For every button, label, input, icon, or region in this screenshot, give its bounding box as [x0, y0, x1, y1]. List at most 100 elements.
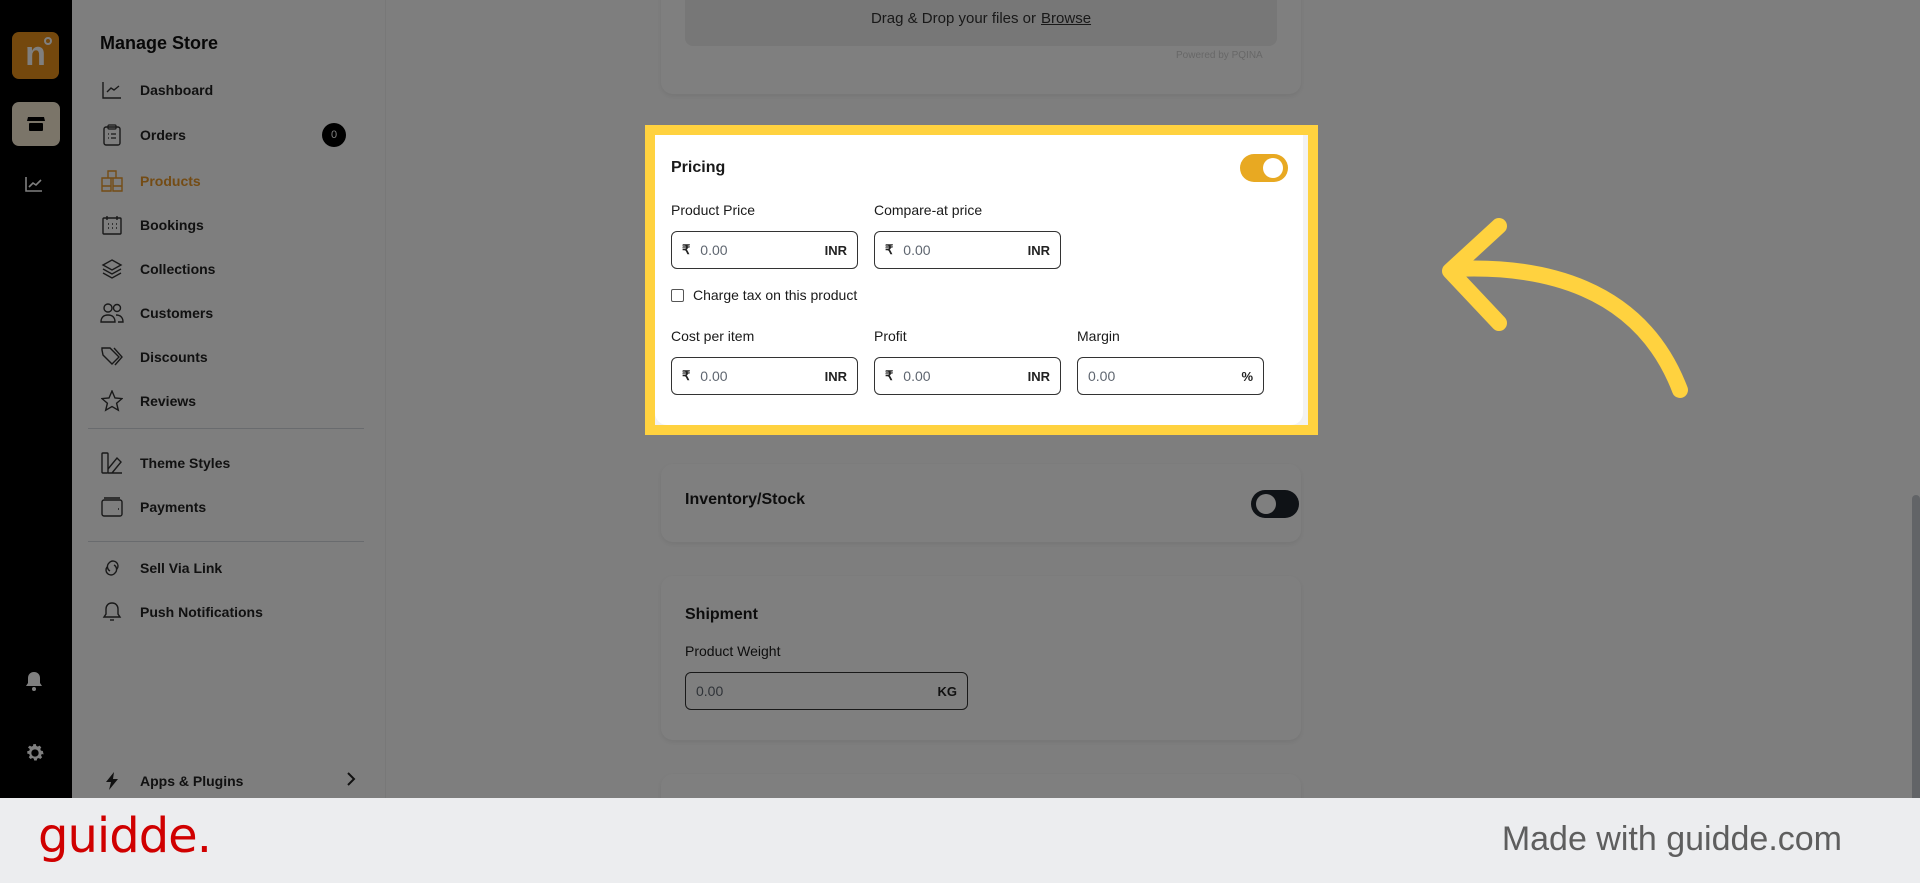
sidebar-item-label: Bookings [140, 217, 204, 233]
star-icon [100, 389, 124, 413]
currency-suffix: INR [824, 242, 847, 258]
icon-rail: n [0, 0, 72, 798]
inventory-toggle[interactable] [1251, 490, 1299, 518]
sidebar-item-label: Sell Via Link [140, 560, 223, 576]
cost-per-item-label: Cost per item [671, 328, 755, 344]
bolt-icon [100, 769, 124, 793]
product-price-label: Product Price [671, 202, 756, 218]
sidebar-item-collections[interactable]: Collections [100, 254, 360, 284]
profit-input[interactable]: ₹ 0.00 INR [874, 357, 1061, 395]
powered-by-label: Powered by PQINA [1176, 50, 1263, 61]
guidde-logo: guidde. [38, 808, 212, 864]
percent-suffix: % [1241, 368, 1253, 384]
store-icon [27, 117, 45, 131]
wallet-icon [100, 495, 124, 519]
sidebar-item-apps-plugins[interactable]: Apps & Plugins [100, 766, 360, 796]
sidebar-item-label: Orders [140, 127, 186, 143]
toggle-knob [1263, 158, 1283, 178]
orders-count-badge: 0 [322, 123, 346, 147]
input-value: 0.00 [903, 242, 931, 258]
layers-icon [100, 257, 124, 281]
chevron-right-icon [346, 771, 356, 792]
sidebar-item-push-notifications[interactable]: Push Notifications [100, 597, 360, 627]
users-icon [100, 301, 124, 325]
sidebar-title: Manage Store [100, 33, 219, 53]
swatch-icon [100, 451, 124, 475]
pricing-title: Pricing [671, 159, 726, 176]
scrollbar-thumb[interactable] [1912, 495, 1920, 798]
clipboard-icon [100, 123, 124, 147]
rail-settings-button[interactable] [24, 742, 48, 766]
compare-at-price-input[interactable]: ₹ 0.00 INR [874, 231, 1061, 269]
bell-icon [26, 672, 42, 691]
margin-label: Margin [1077, 328, 1120, 344]
sidebar-item-label: Dashboard [140, 82, 214, 98]
margin-input[interactable]: 0.00 % [1077, 357, 1264, 395]
logo-dot-icon [44, 37, 52, 45]
dropzone-text: Drag & Drop your files or [870, 9, 1037, 27]
sidebar-item-label: Customers [140, 305, 214, 321]
made-with-label: Made with guidde.com [1501, 820, 1842, 858]
sidebar-item-dashboard[interactable]: Dashboard [100, 75, 360, 105]
input-value: 0.00 [696, 683, 724, 699]
sidebar-item-label: Payments [140, 499, 207, 515]
sidebar-item-label: Collections [140, 261, 216, 277]
rupee-icon: ₹ [682, 368, 691, 383]
rail-notifications-button[interactable] [24, 670, 48, 694]
input-value: 0.00 [700, 368, 728, 384]
sidebar: Manage Store Dashboard Orders 0 Products… [72, 0, 386, 798]
input-value: 0.00 [1088, 368, 1116, 384]
product-weight-label: Product Weight [685, 643, 781, 659]
sidebar-item-reviews[interactable]: Reviews [100, 386, 360, 416]
logo-letter: n [25, 34, 46, 73]
product-weight-input[interactable]: 0.00 KG [685, 672, 968, 710]
rail-analytics-button[interactable] [24, 175, 48, 195]
rail-store-button[interactable] [12, 102, 60, 146]
sidebar-item-discounts[interactable]: Discounts [100, 342, 360, 372]
shipment-title: Shipment [685, 606, 758, 623]
toggle-knob [1256, 494, 1276, 514]
input-value: 0.00 [903, 368, 931, 384]
tags-icon [100, 345, 124, 369]
charge-tax-checkbox[interactable]: Charge tax on this product [671, 287, 857, 303]
sidebar-item-label: Theme Styles [140, 455, 231, 471]
rupee-icon: ₹ [885, 368, 894, 383]
highlight-frame: Pricing Product Price ₹ 0.00 INR Compare… [645, 125, 1318, 435]
sidebar-item-theme-styles[interactable]: Theme Styles [100, 448, 360, 478]
sidebar-divider [88, 541, 364, 542]
sidebar-item-label: Discounts [140, 349, 208, 365]
rupee-icon: ₹ [885, 242, 894, 257]
browse-link[interactable]: Browse [1041, 10, 1091, 27]
gear-icon [27, 744, 44, 761]
sidebar-item-bookings[interactable]: Bookings [100, 210, 360, 240]
sidebar-item-payments[interactable]: Payments [100, 492, 360, 522]
currency-suffix: INR [1027, 368, 1050, 384]
inventory-title: Inventory/Stock [685, 491, 806, 508]
sidebar-item-products[interactable]: Products [100, 166, 360, 196]
link-icon [100, 556, 124, 580]
media-card: Drag & Drop your files or Browse Powered… [661, 0, 1301, 94]
pricing-toggle[interactable] [1240, 154, 1288, 182]
shipment-card: Shipment Product Weight 0.00 KG [661, 576, 1301, 740]
pointer-arrow-icon [1442, 218, 1688, 398]
guidde-footer: guidde. Made with guidde.com [0, 798, 1920, 883]
sidebar-item-customers[interactable]: Customers [100, 298, 360, 328]
charge-tax-label: Charge tax on this product [693, 287, 858, 303]
bell-icon [100, 600, 124, 624]
currency-suffix: INR [824, 368, 847, 384]
file-dropzone[interactable]: Drag & Drop your files or Browse [685, 0, 1277, 46]
sidebar-item-label: Apps & Plugins [140, 773, 244, 789]
compare-at-price-label: Compare-at price [874, 202, 983, 218]
sidebar-item-orders[interactable]: Orders 0 [100, 120, 360, 150]
profit-label: Profit [874, 328, 907, 344]
input-value: 0.00 [700, 242, 728, 258]
product-price-input[interactable]: ₹ 0.00 INR [671, 231, 858, 269]
cost-per-item-input[interactable]: ₹ 0.00 INR [671, 357, 858, 395]
rupee-icon: ₹ [682, 242, 691, 257]
checkbox-box[interactable] [671, 288, 684, 302]
store-logo[interactable]: n [12, 32, 59, 79]
sidebar-item-label: Push Notifications [140, 604, 263, 620]
chart-line-icon [100, 78, 124, 102]
sidebar-item-sell-via-link[interactable]: Sell Via Link [100, 553, 360, 583]
next-card [661, 774, 1301, 798]
